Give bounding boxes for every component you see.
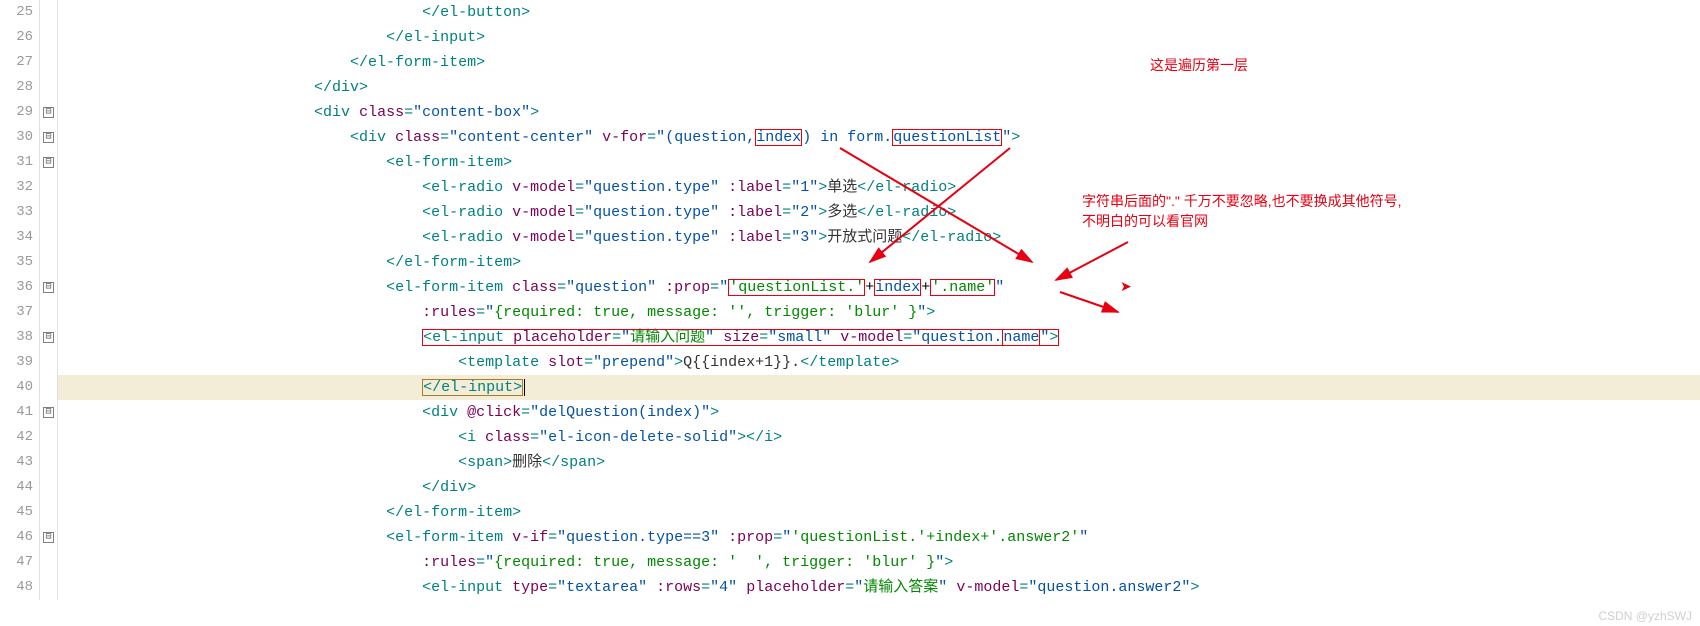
fold-cell xyxy=(40,375,57,400)
line-number: 44 xyxy=(0,475,39,500)
line-number: 38 xyxy=(0,325,39,350)
line-number: 42 xyxy=(0,425,39,450)
line-number: 36 xyxy=(0,275,39,300)
fold-cell xyxy=(40,475,57,500)
line-number: 31 xyxy=(0,150,39,175)
fold-cell: ⊟ xyxy=(40,100,57,125)
line-number-gutter: 2526272829303132333435363738394041424344… xyxy=(0,0,40,600)
line-number: 30 xyxy=(0,125,39,150)
fold-cell xyxy=(40,500,57,525)
fold-cell xyxy=(40,75,57,100)
annotation-2-line2: 不明白的可以看官网 xyxy=(1082,213,1208,229)
watermark: CSDN @yzhSWJ xyxy=(1598,609,1692,623)
annotation-2: 字符串后面的"." 千万不要忽略,也不要换成其他符号, 不明白的可以看官网 xyxy=(1082,192,1402,231)
code-line[interactable]: </el-form-item> xyxy=(58,500,1700,525)
fold-cell: ⊟ xyxy=(40,325,57,350)
fold-cell: ⊟ xyxy=(40,400,57,425)
line-number: 46 xyxy=(0,525,39,550)
line-number: 41 xyxy=(0,400,39,425)
annotation-2-line1: 字符串后面的"." 千万不要忽略,也不要换成其他符号, xyxy=(1082,193,1402,209)
fold-cell xyxy=(40,175,57,200)
code-line[interactable]: <el-form-item class="question" :prop="'q… xyxy=(58,275,1700,300)
fold-cell xyxy=(40,250,57,275)
fold-minus-icon[interactable]: ⊟ xyxy=(43,282,54,293)
line-number: 27 xyxy=(0,50,39,75)
code-line[interactable]: </el-form-item> xyxy=(58,250,1700,275)
fold-minus-icon[interactable]: ⊟ xyxy=(43,407,54,418)
code-line[interactable]: <el-radio v-model="question.type" :label… xyxy=(58,225,1700,250)
line-number: 43 xyxy=(0,450,39,475)
fold-cell xyxy=(40,450,57,475)
fold-cell xyxy=(40,550,57,575)
annotation-cursor-icon: ➤ xyxy=(1120,278,1132,295)
code-line[interactable]: </el-input> xyxy=(58,25,1700,50)
fold-cell xyxy=(40,50,57,75)
fold-cell: ⊟ xyxy=(40,525,57,550)
line-number: 29 xyxy=(0,100,39,125)
line-number: 34 xyxy=(0,225,39,250)
line-number: 48 xyxy=(0,575,39,600)
code-line[interactable]: <el-radio v-model="question.type" :label… xyxy=(58,200,1700,225)
line-number: 35 xyxy=(0,250,39,275)
line-number: 32 xyxy=(0,175,39,200)
fold-cell xyxy=(40,25,57,50)
fold-minus-icon[interactable]: ⊟ xyxy=(43,332,54,343)
code-line[interactable]: </el-button> xyxy=(58,0,1700,25)
code-line[interactable]: <span>删除</span> xyxy=(58,450,1700,475)
code-line[interactable]: <el-radio v-model="question.type" :label… xyxy=(58,175,1700,200)
text-caret xyxy=(524,379,525,396)
fold-minus-icon[interactable]: ⊟ xyxy=(43,107,54,118)
code-line[interactable]: <div class="content-center" v-for="(ques… xyxy=(58,125,1700,150)
line-number: 39 xyxy=(0,350,39,375)
line-number: 40 xyxy=(0,375,39,400)
code-area[interactable]: </el-button> </el-input> </el-form-item>… xyxy=(58,0,1700,600)
code-editor: 2526272829303132333435363738394041424344… xyxy=(0,0,1700,600)
fold-cell xyxy=(40,0,57,25)
code-line[interactable]: :rules="{required: true, message: '', tr… xyxy=(58,300,1700,325)
annotation-1: 这是遍历第一层 xyxy=(1150,55,1248,75)
code-line[interactable]: <el-input placeholder="请输入问题" size="smal… xyxy=(58,325,1700,350)
line-number: 26 xyxy=(0,25,39,50)
code-line[interactable]: <div class="content-box"> xyxy=(58,100,1700,125)
code-line[interactable]: <i class="el-icon-delete-solid"></i> xyxy=(58,425,1700,450)
code-line[interactable]: <div @click="delQuestion(index)"> xyxy=(58,400,1700,425)
line-number: 37 xyxy=(0,300,39,325)
fold-minus-icon[interactable]: ⊟ xyxy=(43,157,54,168)
fold-minus-icon[interactable]: ⊟ xyxy=(43,132,54,143)
code-line[interactable]: <el-form-item> xyxy=(58,150,1700,175)
fold-cell xyxy=(40,350,57,375)
fold-cell xyxy=(40,200,57,225)
code-line[interactable]: </div> xyxy=(58,75,1700,100)
code-line[interactable]: </div> xyxy=(58,475,1700,500)
fold-cell xyxy=(40,425,57,450)
code-line[interactable]: :rules="{required: true, message: ' ', t… xyxy=(58,550,1700,575)
code-line[interactable]: <el-input type="textarea" :rows="4" plac… xyxy=(58,575,1700,600)
code-line[interactable]: <el-form-item v-if="question.type==3" :p… xyxy=(58,525,1700,550)
fold-cell xyxy=(40,300,57,325)
line-number: 45 xyxy=(0,500,39,525)
fold-gutter: ⊟ ⊟ ⊟ ⊟ ⊟ ⊟ ⊟ xyxy=(40,0,58,600)
fold-cell: ⊟ xyxy=(40,275,57,300)
code-line[interactable]: <template slot="prepend">Q{{index+1}}.</… xyxy=(58,350,1700,375)
code-line[interactable]: </el-form-item> xyxy=(58,50,1700,75)
fold-cell: ⊟ xyxy=(40,150,57,175)
fold-cell: ⊟ xyxy=(40,125,57,150)
fold-minus-icon[interactable]: ⊟ xyxy=(43,532,54,543)
line-number: 25 xyxy=(0,0,39,25)
line-number: 47 xyxy=(0,550,39,575)
fold-cell xyxy=(40,575,57,600)
line-number: 28 xyxy=(0,75,39,100)
code-line-active[interactable]: </el-input> xyxy=(58,375,1700,400)
fold-cell xyxy=(40,225,57,250)
line-number: 33 xyxy=(0,200,39,225)
